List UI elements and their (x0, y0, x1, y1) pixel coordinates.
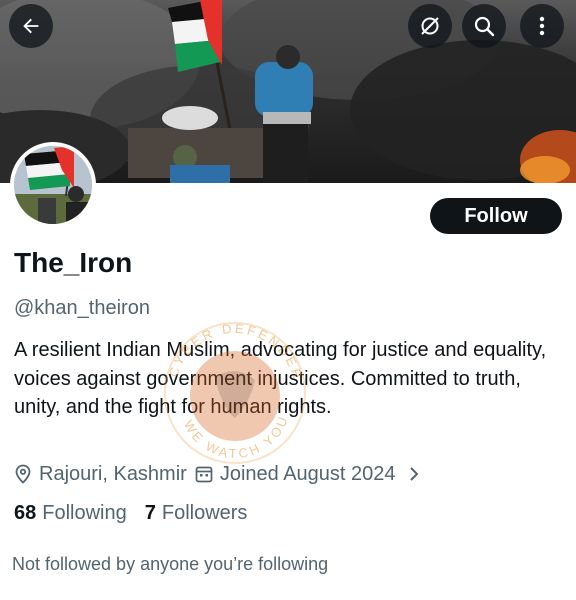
profile-meta[interactable]: Rajouri, Kashmir Joined August 2024 (14, 460, 420, 488)
location-pin-icon (14, 464, 32, 484)
followers-label: Followers (161, 502, 248, 524)
followers-link[interactable]: 7 Followers (145, 502, 248, 525)
follow-stats: 68 Following 7 Followers (14, 502, 247, 525)
back-button[interactable] (9, 4, 53, 48)
followers-count: 7 (144, 502, 156, 524)
chevron-right-icon[interactable] (408, 466, 420, 482)
follow-button[interactable]: Follow (430, 198, 562, 234)
arrow-left-icon (23, 18, 39, 34)
avatar-image (14, 146, 92, 224)
search-icon (474, 16, 495, 37)
display-name: The_Iron (14, 247, 133, 278)
following-link[interactable]: 68 Following (14, 502, 127, 525)
following-count: 68 (14, 502, 37, 524)
notifications-off-button[interactable] (408, 4, 452, 48)
location-text: Rajouri, Kashmir (39, 462, 187, 485)
profile-bio: A resilient Indian Muslim, advocating fo… (14, 339, 547, 418)
user-handle: @khan_theiron (14, 297, 150, 319)
avatar[interactable] (10, 142, 96, 228)
followed-by-context: Not followed by anyone you’re following (12, 554, 329, 574)
calendar-icon (195, 465, 213, 483)
following-label: Following (42, 502, 127, 524)
search-button[interactable] (462, 4, 506, 48)
more-options-button[interactable] (520, 4, 564, 48)
joined-date: Joined August 2024 (219, 462, 396, 485)
no-disturb-icon (421, 17, 439, 35)
more-vertical-icon (539, 16, 545, 36)
